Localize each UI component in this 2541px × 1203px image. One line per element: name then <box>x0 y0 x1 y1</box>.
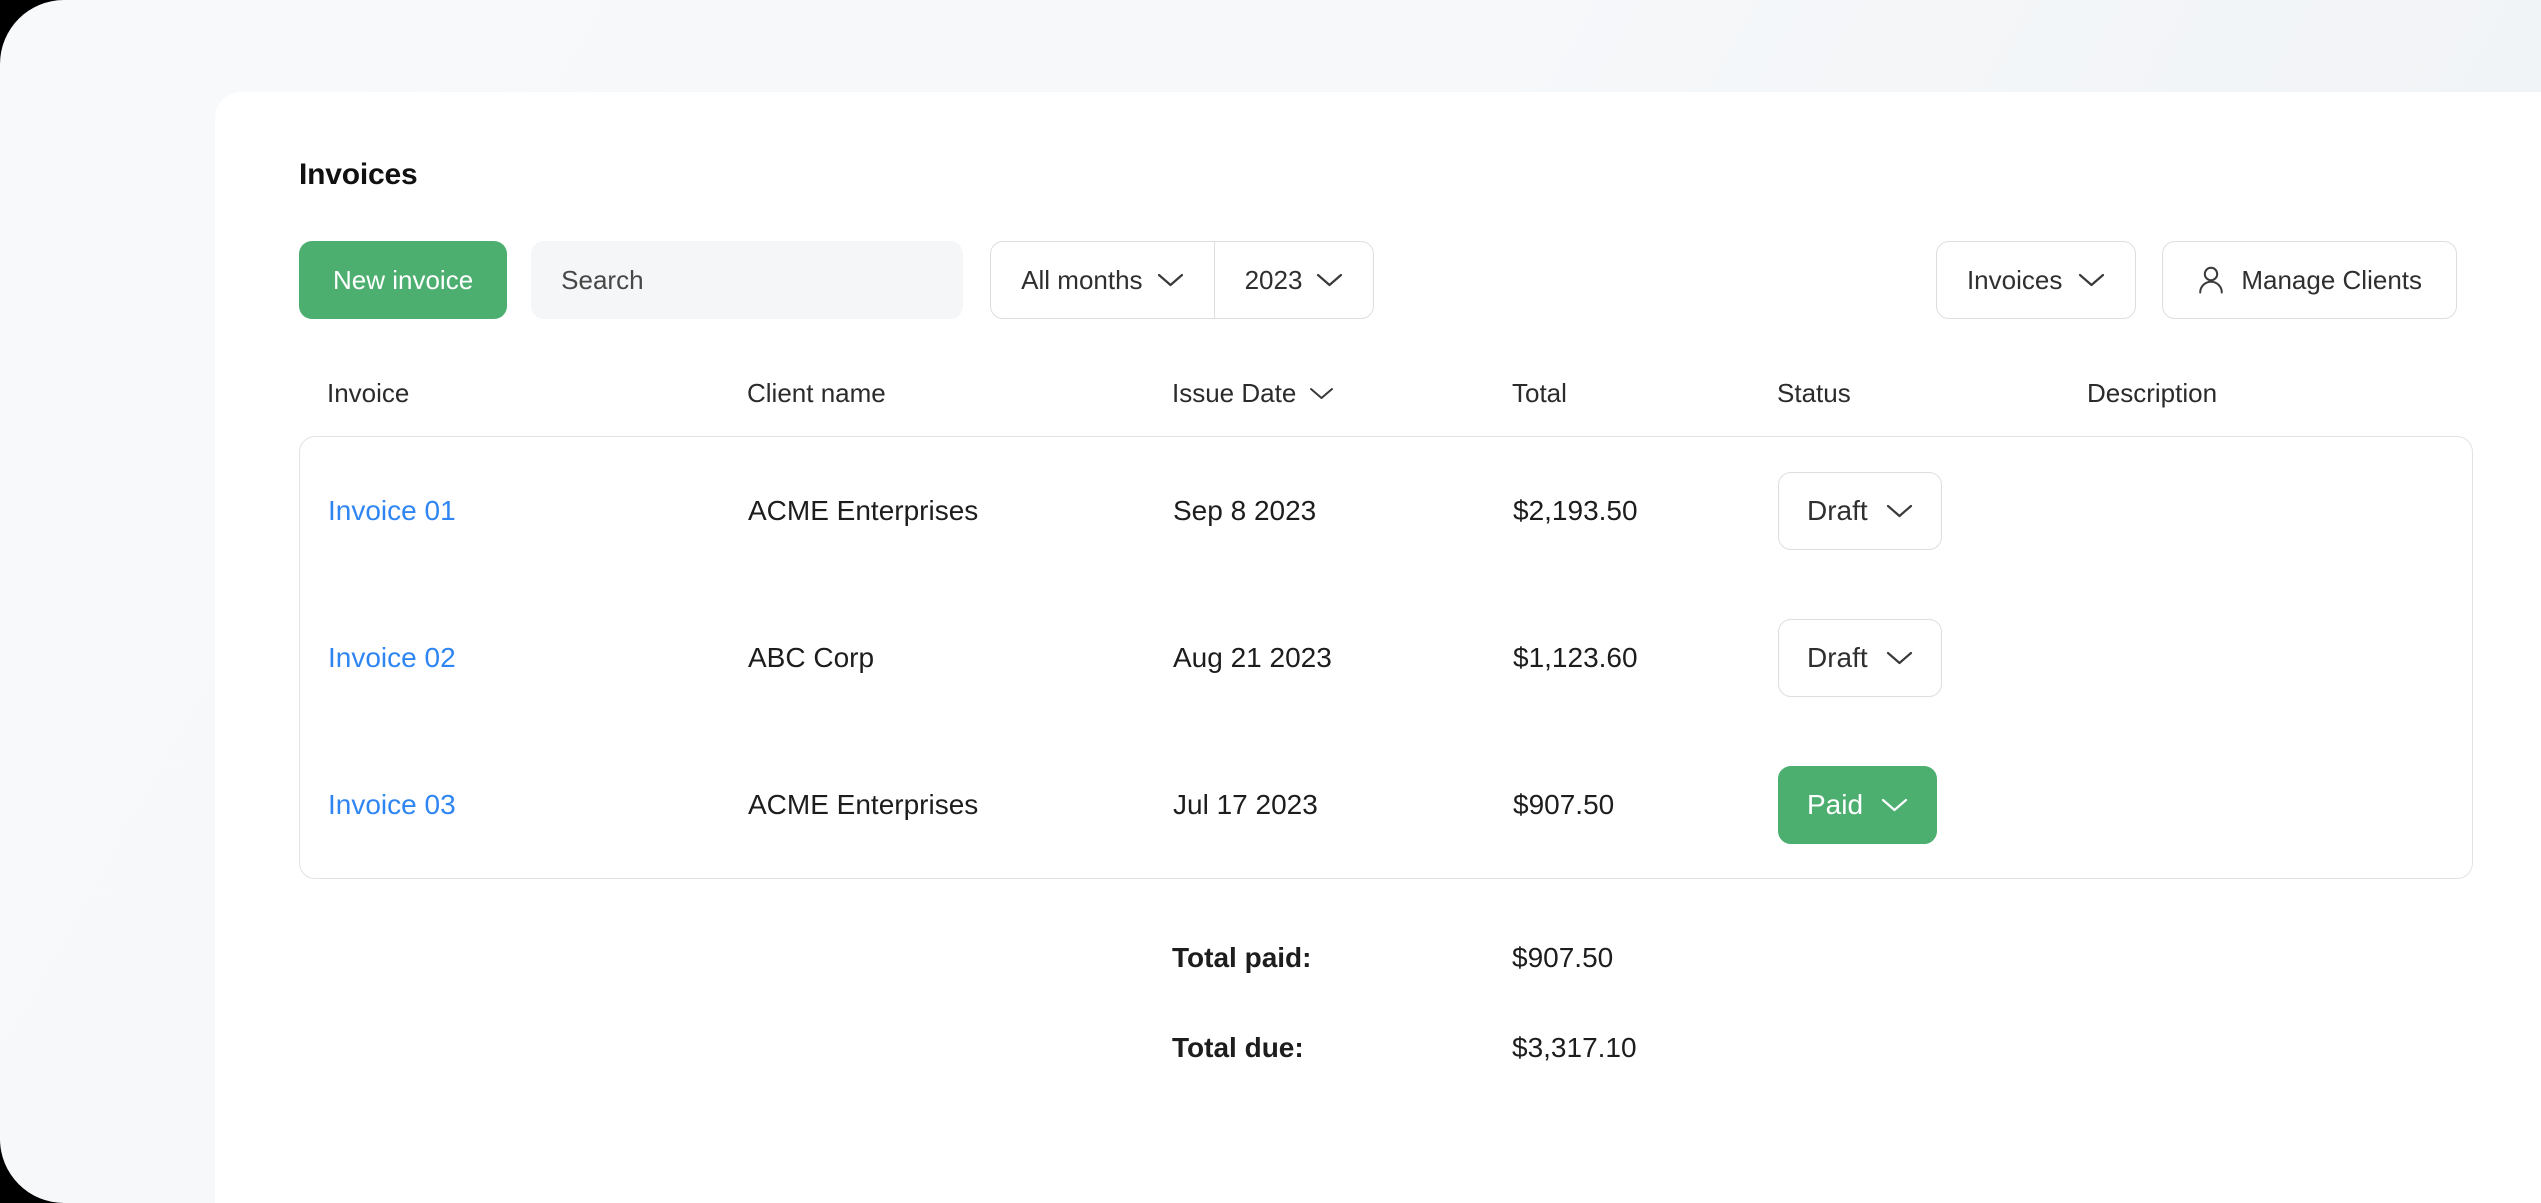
column-header-status: Status <box>1777 378 2087 409</box>
client-name-cell: ACME Enterprises <box>748 789 1173 821</box>
invoice-cell: Invoice 02 <box>328 642 748 674</box>
chevron-down-icon <box>2078 272 2105 288</box>
table-body: Invoice 01 ACME Enterprises Sep 8 2023 $… <box>299 436 2473 879</box>
column-header-issue-date[interactable]: Issue Date <box>1172 378 1512 409</box>
total-cell: $1,123.60 <box>1513 642 1778 674</box>
year-filter-label: 2023 <box>1245 265 1303 296</box>
chevron-down-icon <box>1886 503 1913 519</box>
invoices-view-label: Invoices <box>1967 265 2062 296</box>
new-invoice-button[interactable]: New invoice <box>299 241 507 319</box>
issue-date-cell: Sep 8 2023 <box>1173 495 1513 527</box>
total-paid-row: Total paid: $907.50 <box>327 913 2473 1003</box>
status-dropdown[interactable]: Draft <box>1778 619 1942 697</box>
page-title: Invoices <box>299 160 2541 190</box>
user-icon <box>2197 265 2225 295</box>
status-cell: Draft <box>1778 472 2088 550</box>
total-cell: $2,193.50 <box>1513 495 1778 527</box>
issue-date-cell: Jul 17 2023 <box>1173 789 1513 821</box>
issue-date-cell: Aug 21 2023 <box>1173 642 1513 674</box>
invoice-link[interactable]: Invoice 03 <box>328 789 456 821</box>
client-name-cell: ABC Corp <box>748 642 1173 674</box>
chevron-down-icon <box>1316 272 1343 288</box>
total-due-row: Total due: $3,317.10 <box>327 1003 2473 1093</box>
status-dropdown[interactable]: Paid <box>1778 766 1937 844</box>
total-due-value: $3,317.10 <box>1512 1032 1637 1064</box>
column-header-description: Description <box>2087 378 2473 409</box>
chevron-down-icon <box>1881 797 1908 813</box>
total-cell: $907.50 <box>1513 789 1778 821</box>
invoices-app-card: Invoices New invoice All months 2023 <box>215 92 2541 1203</box>
invoices-table: Invoice Client name Issue Date Total Sta… <box>299 372 2473 1093</box>
toolbar: New invoice All months 2023 <box>299 241 2457 319</box>
total-paid-label: Total paid: <box>1172 942 1512 974</box>
manage-clients-button[interactable]: Manage Clients <box>2162 241 2457 319</box>
table-header-row: Invoice Client name Issue Date Total Sta… <box>299 372 2473 414</box>
month-filter-label: All months <box>1021 265 1142 296</box>
date-filter-group: All months 2023 <box>990 241 1374 319</box>
chevron-down-icon <box>1308 385 1335 401</box>
table-row: Invoice 01 ACME Enterprises Sep 8 2023 $… <box>328 437 2444 584</box>
status-cell: Draft <box>1778 619 2088 697</box>
status-label: Draft <box>1807 495 1868 527</box>
total-due-label: Total due: <box>1172 1032 1512 1064</box>
column-header-invoice: Invoice <box>327 378 747 409</box>
search-input[interactable] <box>531 241 963 319</box>
totals-summary: Total paid: $907.50 Total due: $3,317.10 <box>299 913 2473 1093</box>
invoice-link[interactable]: Invoice 02 <box>328 642 456 674</box>
chevron-down-icon <box>1157 272 1184 288</box>
status-dropdown[interactable]: Draft <box>1778 472 1942 550</box>
status-label: Paid <box>1807 789 1863 821</box>
total-paid-value: $907.50 <box>1512 942 1613 974</box>
column-header-total: Total <box>1512 378 1777 409</box>
column-header-issue-date-label: Issue Date <box>1172 378 1296 409</box>
status-label: Draft <box>1807 642 1868 674</box>
year-filter-dropdown[interactable]: 2023 <box>1214 242 1374 318</box>
invoice-link[interactable]: Invoice 01 <box>328 495 456 527</box>
table-row: Invoice 02 ABC Corp Aug 21 2023 $1,123.6… <box>328 584 2444 731</box>
manage-clients-label: Manage Clients <box>2241 265 2422 296</box>
invoices-view-dropdown[interactable]: Invoices <box>1936 241 2136 319</box>
month-filter-dropdown[interactable]: All months <box>991 242 1213 318</box>
chevron-down-icon <box>1886 650 1913 666</box>
client-name-cell: ACME Enterprises <box>748 495 1173 527</box>
table-row: Invoice 03 ACME Enterprises Jul 17 2023 … <box>328 731 2444 878</box>
invoice-cell: Invoice 03 <box>328 789 748 821</box>
status-cell: Paid <box>1778 766 2088 844</box>
column-header-client-name: Client name <box>747 378 1172 409</box>
invoice-cell: Invoice 01 <box>328 495 748 527</box>
